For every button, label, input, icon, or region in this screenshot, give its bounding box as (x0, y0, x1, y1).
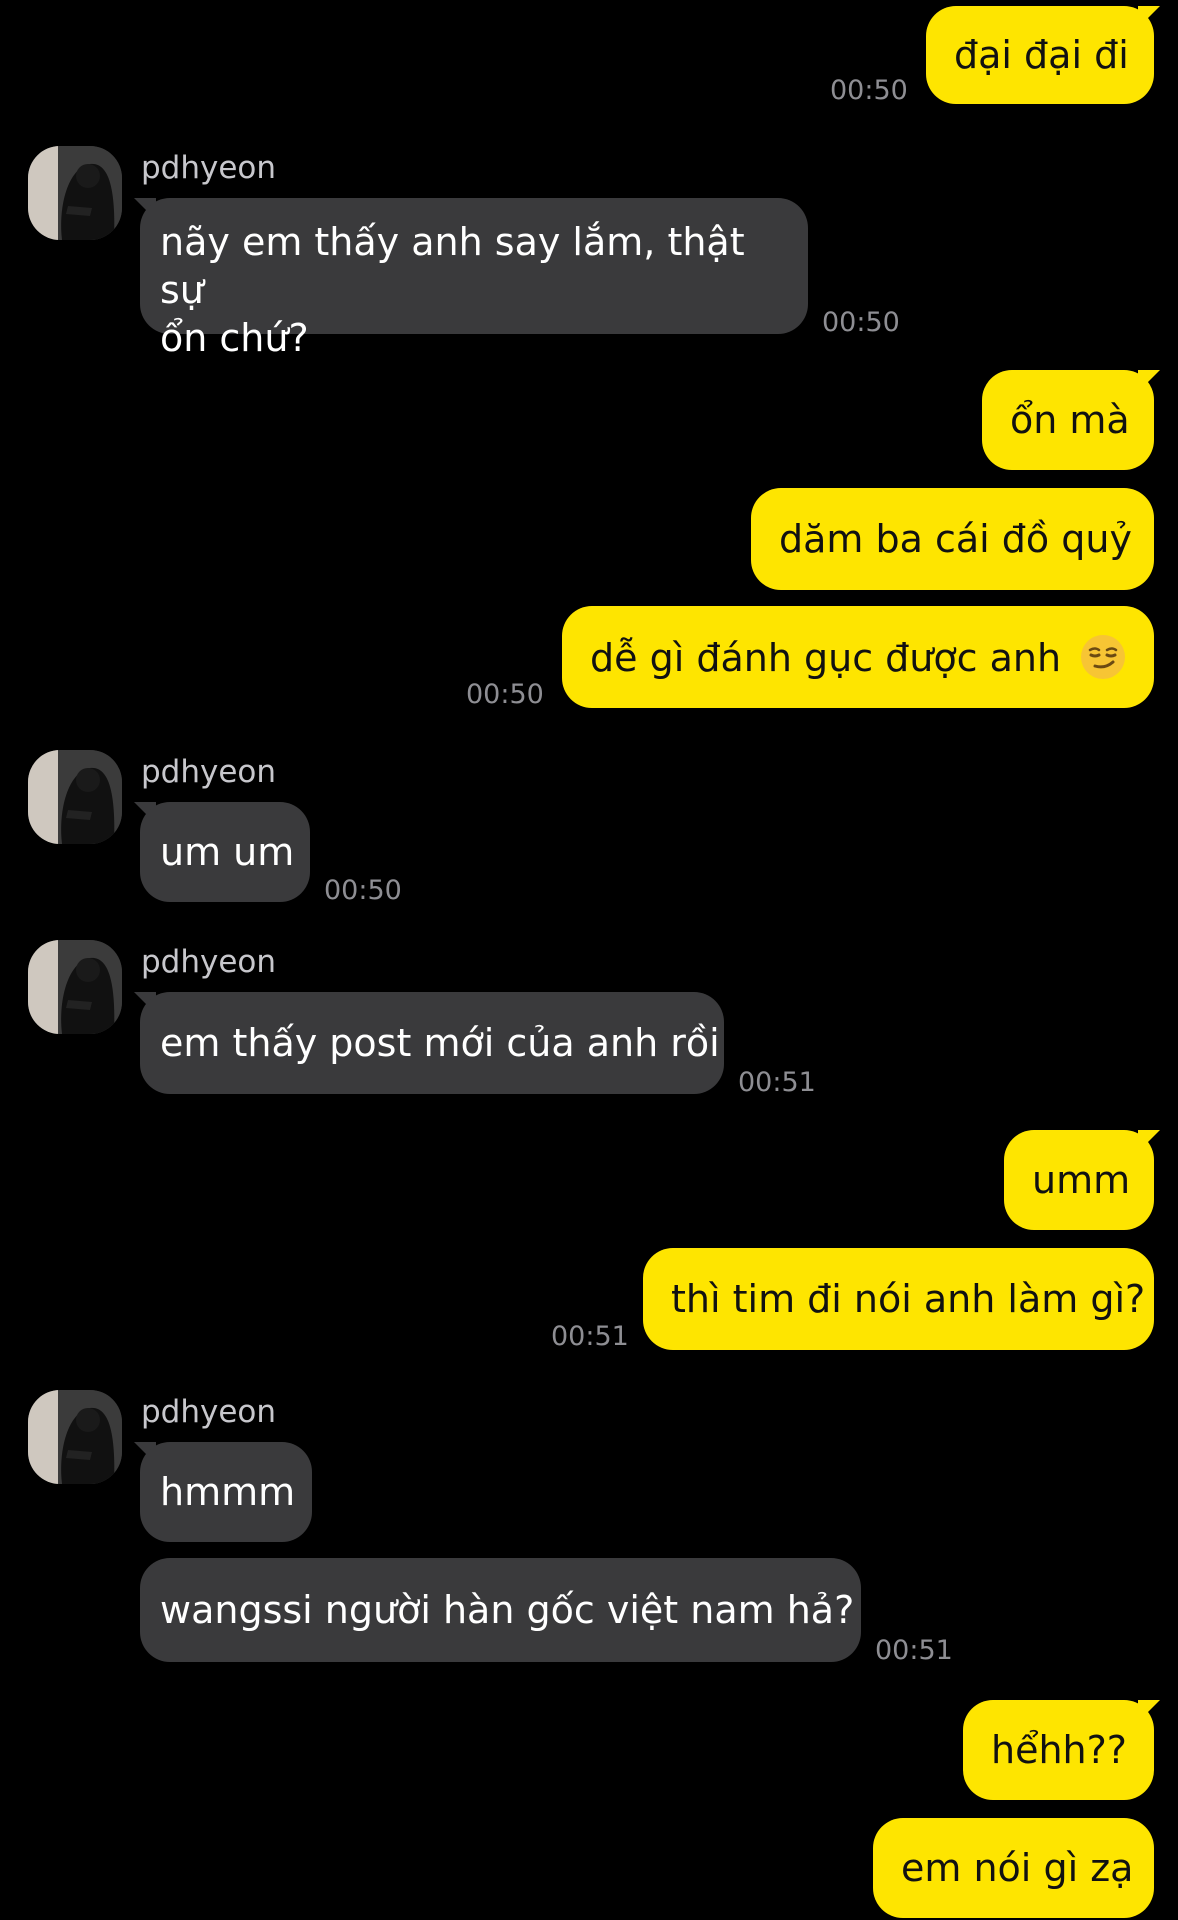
message-timestamp: 00:51 (738, 1067, 816, 1098)
message-bubble-sent[interactable]: thì tim đi nói anh làm gì? (643, 1248, 1154, 1350)
message-bubble-sent[interactable]: ổn mà (982, 370, 1154, 470)
message-bubble-received[interactable]: um um (140, 802, 310, 902)
contact-avatar[interactable] (28, 146, 122, 240)
message-text: em thấy post mới của anh rồi (160, 1021, 720, 1065)
contact-name: pdhyeon (141, 944, 277, 980)
message-text: hểhh?? (991, 1728, 1127, 1772)
smirking-face-emoji (1081, 635, 1126, 679)
message-text-line: ổn chứ? (160, 316, 309, 360)
message-text: um um (160, 830, 295, 874)
message-text: umm (1032, 1158, 1131, 1202)
contact-name: pdhyeon (141, 754, 277, 790)
message-bubble-sent[interactable]: umm (1004, 1130, 1154, 1230)
message-bubble-received[interactable]: wangssi người hàn gốc việt nam hả? (140, 1558, 861, 1662)
bubble-tail (1138, 1700, 1160, 1722)
bubble-tail (1138, 1130, 1160, 1152)
message-timestamp: 00:50 (466, 679, 544, 710)
message-text: thì tim đi nói anh làm gì? (671, 1277, 1146, 1321)
contact-avatar[interactable] (28, 1390, 122, 1484)
avatar-photo-icon (28, 940, 122, 1034)
message-text: wangssi người hàn gốc việt nam hả? (160, 1588, 855, 1632)
contact-avatar[interactable] (28, 750, 122, 844)
message-text-line: nãy em thấy anh say lắm, thật sự (160, 220, 745, 312)
message-bubble-received[interactable]: nãy em thấy anh say lắm, thật sự ổn chứ? (140, 198, 808, 360)
message-timestamp: 00:51 (551, 1321, 629, 1352)
message-bubble-sent[interactable]: hểhh?? (963, 1700, 1154, 1800)
message-text: dễ gì đánh gục được anh (590, 636, 1062, 680)
contact-avatar[interactable] (28, 940, 122, 1034)
message-text: hmmm (160, 1470, 296, 1514)
message-bubble-received[interactable]: em thấy post mới của anh rồi (140, 992, 724, 1094)
message-timestamp: 00:51 (875, 1635, 953, 1666)
avatar-photo-icon (28, 1390, 122, 1484)
message-timestamp: 00:50 (822, 307, 900, 338)
message-bubble-sent[interactable]: dễ gì đánh gục được anh (562, 606, 1154, 708)
contact-name: pdhyeon (141, 1394, 277, 1430)
avatar-photo-icon (28, 750, 122, 844)
message-bubble-sent[interactable]: dăm ba cái đồ quỷ (751, 488, 1154, 590)
bubble-tail (1138, 370, 1160, 392)
contact-name: pdhyeon (141, 150, 277, 186)
message-text: em nói gì zạ (901, 1846, 1134, 1890)
message-bubble-sent[interactable]: em nói gì zạ (873, 1818, 1154, 1918)
avatar-photo-icon (28, 146, 122, 240)
message-timestamp: 00:50 (324, 875, 402, 906)
message-text: ổn mà (1010, 398, 1130, 442)
bubble-tail (1138, 6, 1160, 28)
message-bubble-sent[interactable]: đại đại đi (926, 6, 1154, 104)
message-timestamp: 00:50 (830, 75, 908, 106)
message-bubble-received[interactable]: hmmm (140, 1442, 312, 1542)
message-text: đại đại đi (954, 33, 1129, 77)
message-text: dăm ba cái đồ quỷ (779, 517, 1132, 561)
